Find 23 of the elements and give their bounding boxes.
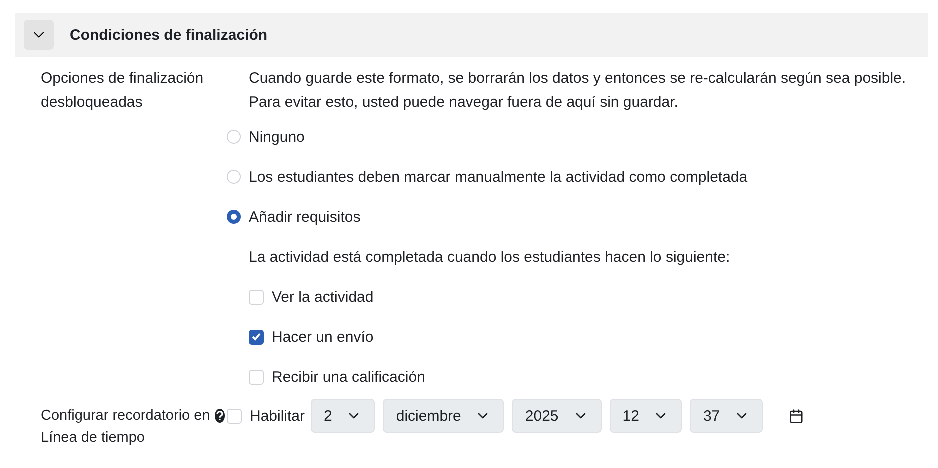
collapse-toggle[interactable] <box>24 20 54 50</box>
checkbox-label: Habilitar <box>250 408 306 424</box>
field-label: Opciones de finalización desbloqueadas <box>41 69 205 113</box>
calendar-icon[interactable] <box>789 408 804 424</box>
radio-button[interactable] <box>227 210 241 224</box>
requirements-intro: La actividad está completada cuando los estudiantes hacen lo siguiente: <box>249 248 730 266</box>
help-icon[interactable] <box>215 409 225 423</box>
option-label: Añadir requisitos <box>249 208 361 226</box>
date-select[interactable]: 2025 <box>512 399 602 433</box>
date-select[interactable]: diciembre <box>383 399 504 433</box>
date-select[interactable]: 12 <box>610 399 682 433</box>
check-icon <box>252 333 261 341</box>
option-label: Ninguno <box>249 128 305 146</box>
checkbox-label: Ver la actividad <box>272 288 374 306</box>
checkbox-label: Recibir una calificación <box>272 368 426 386</box>
date-select[interactable]: 2 <box>311 399 376 433</box>
field-label: Configurar recordatorio en Línea de tiempo <box>41 407 212 448</box>
checkbox-label: Hacer un envío <box>272 328 374 346</box>
notice-text: Cuando guarde este formato, se borrarán los datos y entonces se re-calcularán según sea posible. Para evitar esto, usted puede navegar fuera de aquí sin guardar. <box>248 69 908 113</box>
date-select[interactable]: 37 <box>690 399 764 433</box>
section-title: Condiciones de finalización <box>70 26 268 44</box>
checkbox[interactable] <box>249 330 264 344</box>
option-label: Los estudiantes deben marcar manualmente la actividad como completada <box>249 168 748 186</box>
